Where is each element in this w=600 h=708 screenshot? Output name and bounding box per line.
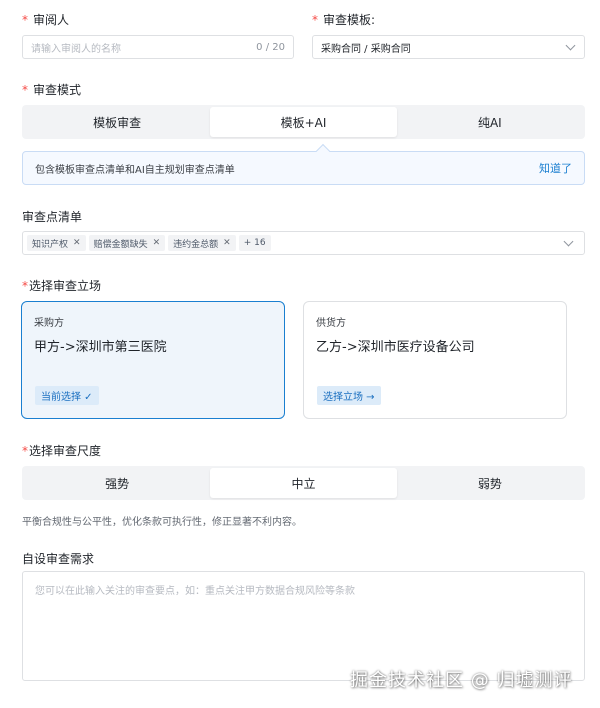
close-icon[interactable]: ✕ <box>153 238 161 248</box>
checklist-tag: 赔偿金额缺失 ✕ <box>88 235 166 251</box>
reviewer-input[interactable]: 请输入审阅人的名称 0 / 20 <box>22 35 294 59</box>
required-asterisk: * <box>312 13 318 27</box>
stance-label: *选择审查立场 <box>22 278 101 294</box>
template-label-text: 审查模板: <box>323 13 376 27</box>
stance-party: 乙方->深圳市医疗设备公司 <box>316 340 475 355</box>
review-scale-segmented: 强势 中立 弱势 <box>22 466 585 500</box>
checklist-tag: 知识产权 ✕ <box>27 235 86 251</box>
mode-option-pure-ai[interactable]: 纯AI <box>397 107 583 137</box>
select-stance-button[interactable]: 选择立场 → <box>317 386 381 405</box>
scale-option-weak[interactable]: 弱势 <box>397 468 583 498</box>
checklist-tag: 违约金总额 ✕ <box>168 235 236 251</box>
custom-requirement-textarea[interactable]: 您可以在此输入关注的审查要点，如：重点关注甲方数据合规风险等条款 <box>22 571 585 681</box>
stance-party: 甲方->深圳市第三医院 <box>34 340 167 355</box>
close-icon[interactable]: ✕ <box>223 238 231 248</box>
mode-info-text: 包含模板审查点清单和AI自主规划审查点清单 <box>35 164 235 176</box>
scale-option-strong[interactable]: 强势 <box>24 468 210 498</box>
mode-info-banner: 包含模板审查点清单和AI自主规划审查点清单 知道了 <box>22 143 585 185</box>
current-selection-badge: 当前选择 ✓ <box>35 386 99 405</box>
required-asterisk: * <box>22 279 28 293</box>
chevron-down-icon <box>565 40 576 50</box>
tag-label: 赔偿金额缺失 <box>93 239 148 250</box>
review-mode-segmented: 模板审查 模板+AI 纯AI <box>22 105 585 139</box>
tag-label: 知识产权 <box>32 239 69 250</box>
required-asterisk: * <box>22 83 28 97</box>
reviewer-label-text: 审阅人 <box>33 13 70 27</box>
custom-label: 自设审查需求 <box>22 552 95 566</box>
mode-label: * 审查模式 <box>22 82 81 98</box>
stance-role: 采购方 <box>34 318 64 329</box>
template-label: * 审查模板: <box>312 12 375 28</box>
stance-label-text: 选择审查立场 <box>29 279 102 293</box>
stance-role: 供货方 <box>316 318 346 329</box>
stance-card-supplier[interactable]: 供货方 乙方->深圳市医疗设备公司 选择立场 → <box>303 301 567 419</box>
tag-label: 违约金总额 <box>173 239 219 250</box>
checklist-label: 审查点清单 <box>22 210 83 224</box>
chevron-down-icon <box>563 236 574 246</box>
scale-label: *选择审查尺度 <box>22 443 101 459</box>
checklist-select[interactable]: 知识产权 ✕ 赔偿金额缺失 ✕ 违约金总额 ✕ + 16 <box>22 231 585 255</box>
template-select[interactable]: 采购合同 / 采购合同 <box>312 35 585 59</box>
mode-label-text: 审查模式 <box>33 83 82 97</box>
scale-label-text: 选择审查尺度 <box>29 444 102 458</box>
required-asterisk: * <box>22 13 28 27</box>
reviewer-char-counter: 0 / 20 <box>256 41 285 53</box>
reviewer-label: * 审阅人 <box>22 12 69 28</box>
more-tags-count[interactable]: + 16 <box>238 235 271 251</box>
scale-hint: 平衡合规性与公平性，优化条款可执行性，修正显著不利内容。 <box>22 517 302 528</box>
close-icon[interactable]: ✕ <box>73 238 81 248</box>
info-banner-pointer <box>315 143 331 159</box>
got-it-link[interactable]: 知道了 <box>539 160 572 176</box>
required-asterisk: * <box>22 444 28 458</box>
watermark: 掘金技术社区 @ 归墟测评 <box>350 670 573 691</box>
custom-placeholder: 您可以在此输入关注的审查要点，如：重点关注甲方数据合规风险等条款 <box>35 586 355 597</box>
mode-option-template[interactable]: 模板审查 <box>24 107 210 137</box>
scale-option-neutral[interactable]: 中立 <box>210 468 397 498</box>
template-select-value: 采购合同 / 采购合同 <box>321 43 411 55</box>
reviewer-placeholder: 请输入审阅人的名称 <box>31 43 121 55</box>
mode-option-template-ai[interactable]: 模板+AI <box>210 107 397 137</box>
stance-card-buyer[interactable]: 采购方 甲方->深圳市第三医院 当前选择 ✓ <box>21 301 285 419</box>
